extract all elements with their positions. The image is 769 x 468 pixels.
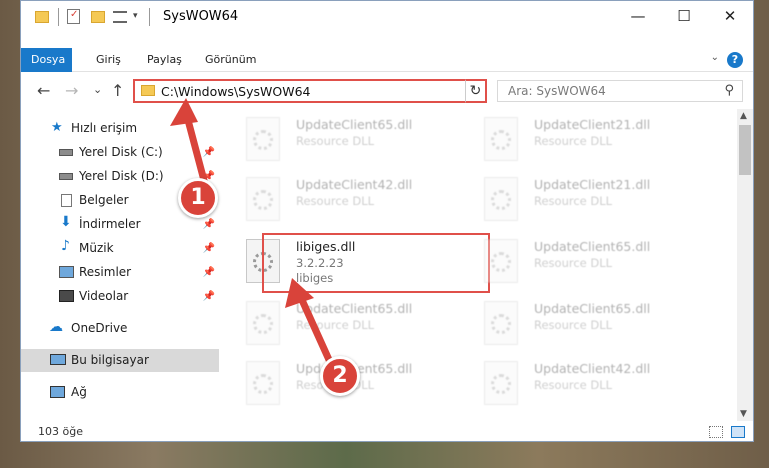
step-2-badge: 2 bbox=[320, 356, 360, 396]
arrow-2 bbox=[285, 278, 334, 366]
annotation-arrows bbox=[170, 98, 334, 366]
arrow-1 bbox=[170, 98, 210, 192]
step-1-badge: 1 bbox=[178, 178, 218, 218]
